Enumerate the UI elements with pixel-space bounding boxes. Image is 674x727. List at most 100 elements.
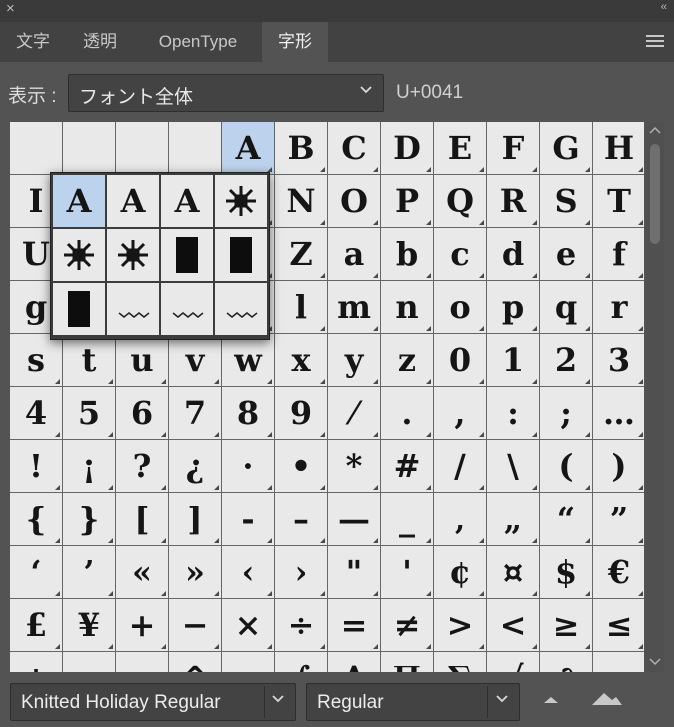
glyph-cell[interactable]: ) bbox=[593, 440, 644, 492]
glyph-cell[interactable]: P bbox=[381, 175, 433, 227]
glyph-cell[interactable]: Z bbox=[275, 228, 327, 280]
glyph-cell[interactable]: ¢ bbox=[434, 546, 486, 598]
glyph-cell[interactable]: E bbox=[434, 122, 486, 174]
tab-character[interactable]: 文字 bbox=[0, 22, 66, 62]
glyph-cell[interactable]: ∫ bbox=[275, 652, 327, 672]
glyph-cell[interactable]: d bbox=[487, 228, 539, 280]
glyph-cell[interactable]: ¤ bbox=[487, 546, 539, 598]
glyph-cell[interactable]: − bbox=[169, 599, 221, 651]
glyph-cell[interactable]: 6 bbox=[116, 387, 168, 439]
glyph-cell[interactable]: \ bbox=[487, 440, 539, 492]
glyph-cell[interactable]: $ bbox=[540, 546, 592, 598]
glyph-cell[interactable]: } bbox=[63, 493, 115, 545]
glyph-cell[interactable]: Q bbox=[434, 175, 486, 227]
scroll-down-icon[interactable] bbox=[646, 656, 664, 670]
glyph-cell[interactable]: , bbox=[434, 387, 486, 439]
glyph-cell[interactable]: ” bbox=[593, 493, 644, 545]
glyph-cell[interactable]: · bbox=[222, 440, 274, 492]
glyph-cell[interactable]: - bbox=[222, 493, 274, 545]
glyph-cell[interactable]: ∞ bbox=[222, 652, 274, 672]
font-family-dropdown[interactable]: Knitted Holiday Regular bbox=[10, 683, 296, 721]
glyph-cell[interactable]: G bbox=[540, 122, 592, 174]
glyph-cell[interactable]: b bbox=[381, 228, 433, 280]
collapse-panel-icon[interactable]: ‹‹ bbox=[661, 0, 667, 14]
glyph-cell[interactable]: — bbox=[328, 493, 380, 545]
tab-opentype[interactable]: OpenType bbox=[134, 22, 262, 62]
glyph-cell[interactable]: A bbox=[222, 122, 274, 174]
close-icon[interactable]: × bbox=[6, 0, 15, 18]
glyph-cell[interactable]: y bbox=[328, 334, 380, 386]
glyph-cell[interactable]: ~ bbox=[116, 652, 168, 672]
glyph-cell[interactable]: c bbox=[434, 228, 486, 280]
glyph-cell[interactable]: * bbox=[328, 440, 380, 492]
glyph-cell[interactable]: S bbox=[540, 175, 592, 227]
glyph-cell[interactable]: • bbox=[275, 440, 327, 492]
glyph-cell[interactable]: 0 bbox=[434, 334, 486, 386]
glyph-cell[interactable]: ¿ bbox=[169, 440, 221, 492]
glyph-cell[interactable]: 7 bbox=[169, 387, 221, 439]
glyph-cell[interactable]: r bbox=[593, 281, 644, 333]
glyph-cell[interactable] bbox=[169, 122, 221, 174]
glyph-cell[interactable]: = bbox=[328, 599, 380, 651]
glyph-cell[interactable]: 1 bbox=[487, 334, 539, 386]
glyph-cell[interactable]: » bbox=[169, 546, 221, 598]
alternate-glyph[interactable] bbox=[161, 229, 213, 281]
glyph-cell[interactable]: « bbox=[116, 546, 168, 598]
glyph-cell[interactable]: p bbox=[487, 281, 539, 333]
alternate-glyph[interactable] bbox=[215, 175, 267, 227]
glyph-cell[interactable]: u bbox=[116, 334, 168, 386]
glyph-cell[interactable]: { bbox=[10, 493, 62, 545]
alternate-glyph[interactable]: A bbox=[161, 175, 213, 227]
glyph-cell[interactable]: B bbox=[275, 122, 327, 174]
glyph-cell[interactable]: O bbox=[328, 175, 380, 227]
glyph-cell[interactable]: x bbox=[275, 334, 327, 386]
glyph-cell[interactable] bbox=[116, 122, 168, 174]
glyph-cell[interactable]: 4 bbox=[10, 387, 62, 439]
zoom-out-icon[interactable] bbox=[540, 688, 562, 715]
glyph-cell[interactable]: 8 bbox=[222, 387, 274, 439]
glyph-cell[interactable]: ' bbox=[381, 546, 433, 598]
glyph-cell[interactable]: – bbox=[275, 493, 327, 545]
glyph-cell[interactable]: q bbox=[540, 281, 592, 333]
glyph-cell[interactable]: w bbox=[222, 334, 274, 386]
glyph-cell[interactable]: 2 bbox=[540, 334, 592, 386]
glyph-cell[interactable]: _ bbox=[381, 493, 433, 545]
glyph-cell[interactable]: R bbox=[487, 175, 539, 227]
glyph-cell[interactable]: H bbox=[593, 122, 644, 174]
glyph-cell[interactable]: l bbox=[275, 281, 327, 333]
glyph-grid-scrollbar[interactable] bbox=[646, 122, 664, 672]
glyph-cell[interactable]: ’ bbox=[63, 546, 115, 598]
glyph-cell[interactable]: . bbox=[381, 387, 433, 439]
glyph-cell[interactable]: ± bbox=[10, 652, 62, 672]
glyph-cell[interactable]: [ bbox=[116, 493, 168, 545]
glyph-cell[interactable]: £ bbox=[10, 599, 62, 651]
glyph-cell[interactable]: ‹ bbox=[222, 546, 274, 598]
glyph-cell[interactable]: # bbox=[381, 440, 433, 492]
alternate-glyph[interactable] bbox=[161, 283, 213, 335]
glyph-cell[interactable]: ⁄ bbox=[328, 387, 380, 439]
glyph-cell[interactable]: ! bbox=[10, 440, 62, 492]
alternate-glyph[interactable] bbox=[215, 229, 267, 281]
glyph-cell[interactable]: × bbox=[222, 599, 274, 651]
glyph-cell[interactable]: ≠ bbox=[381, 599, 433, 651]
alternate-glyph[interactable] bbox=[107, 229, 159, 281]
glyph-cell[interactable]: 9 bbox=[275, 387, 327, 439]
glyph-cell[interactable]: “ bbox=[540, 493, 592, 545]
glyph-cell[interactable]: € bbox=[593, 546, 644, 598]
glyph-cell[interactable]: ‚ bbox=[434, 493, 486, 545]
glyph-cell[interactable]: + bbox=[116, 599, 168, 651]
alternate-glyph[interactable] bbox=[107, 283, 159, 335]
glyph-cell[interactable]: n bbox=[381, 281, 433, 333]
glyph-cell[interactable]: s bbox=[10, 334, 62, 386]
glyph-cell[interactable]: a bbox=[328, 228, 380, 280]
glyph-cell[interactable]: ≥ bbox=[540, 599, 592, 651]
glyph-cell[interactable]: ¥ bbox=[63, 599, 115, 651]
glyph-cell[interactable]: > bbox=[434, 599, 486, 651]
glyph-cell[interactable]: ( bbox=[540, 440, 592, 492]
alternate-glyph[interactable] bbox=[215, 283, 267, 335]
glyph-cell[interactable]: ? bbox=[116, 440, 168, 492]
font-style-dropdown[interactable]: Regular bbox=[306, 683, 520, 721]
glyph-cell[interactable]: z bbox=[381, 334, 433, 386]
glyph-cell[interactable]: T bbox=[593, 175, 644, 227]
alternate-glyph[interactable]: A bbox=[53, 175, 105, 227]
